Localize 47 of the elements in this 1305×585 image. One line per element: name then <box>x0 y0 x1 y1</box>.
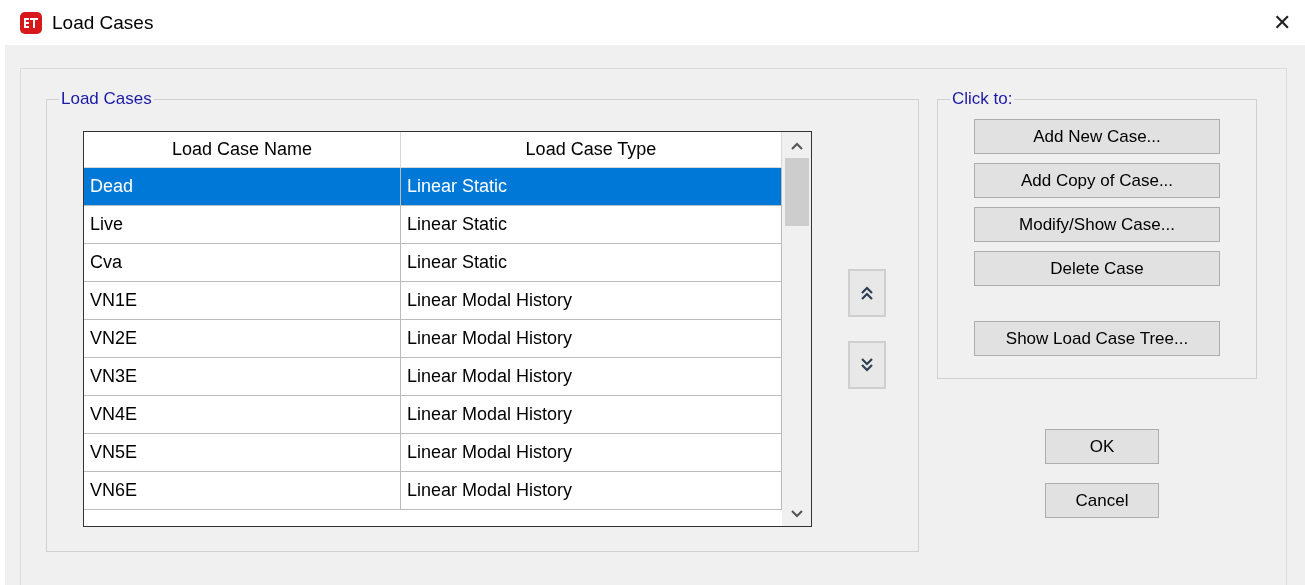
table-cell: VN2E <box>84 320 401 358</box>
scroll-thumb[interactable] <box>784 158 809 226</box>
table-cell: Linear Modal History <box>401 472 782 510</box>
app-logo-icon <box>20 11 42 34</box>
table-row[interactable]: VN2E Linear Modal History <box>84 320 782 358</box>
window-title: Load Cases <box>52 11 154 34</box>
table-cell: Dead <box>84 168 401 206</box>
dialog-button[interactable]: Cancel <box>1045 483 1159 518</box>
table-cell: VN4E <box>84 396 401 434</box>
move-down-button[interactable] <box>848 341 886 389</box>
action-button[interactable]: Add Copy of Case... <box>974 163 1220 198</box>
table-cell: Linear Static <box>401 168 782 206</box>
double-chevron-down-icon <box>861 357 873 373</box>
table-cell: VN3E <box>84 358 401 396</box>
table-cell: Linear Modal History <box>401 282 782 320</box>
close-button[interactable]: ✕ <box>1273 9 1291 36</box>
scroll-down-icon[interactable] <box>790 510 803 518</box>
scroll-up-icon[interactable] <box>790 142 803 150</box>
table-row[interactable]: VN5E Linear Modal History <box>84 434 782 472</box>
table-cell: VN1E <box>84 282 401 320</box>
table-row[interactable]: Dead Linear Static <box>84 168 782 206</box>
table-cell: Linear Static <box>401 206 782 244</box>
action-button[interactable]: Delete Case <box>974 251 1220 286</box>
table-row[interactable]: VN6E Linear Modal History <box>84 472 782 510</box>
table-row[interactable]: VN4E Linear Modal History <box>84 396 782 434</box>
table-row[interactable]: Live Linear Static <box>84 206 782 244</box>
table-row[interactable]: Cva Linear Static <box>84 244 782 282</box>
action-button[interactable]: Modify/Show Case... <box>974 207 1220 242</box>
group-title: Click to: <box>951 89 1014 109</box>
move-up-button[interactable] <box>848 269 886 317</box>
action-button[interactable]: Add New Case... <box>974 119 1220 154</box>
dialog-button[interactable]: OK <box>1045 429 1159 464</box>
table-cell: Linear Modal History <box>401 320 782 358</box>
table-row[interactable]: VN3E Linear Modal History <box>84 358 782 396</box>
table-cell: Linear Modal History <box>401 396 782 434</box>
table-cell: Cva <box>84 244 401 282</box>
table-cell: VN5E <box>84 434 401 472</box>
scrollbar[interactable] <box>782 132 811 526</box>
tree-button[interactable]: Show Load Case Tree... <box>974 321 1220 356</box>
table-cell: Linear Modal History <box>401 434 782 472</box>
group-title: Load Cases <box>60 89 153 109</box>
double-chevron-up-icon <box>861 285 873 301</box>
table-cell: Linear Static <box>401 244 782 282</box>
table-cell: VN6E <box>84 472 401 510</box>
table-cell: Live <box>84 206 401 244</box>
table-row[interactable]: VN1E Linear Modal History <box>84 282 782 320</box>
table-cell: Linear Modal History <box>401 358 782 396</box>
